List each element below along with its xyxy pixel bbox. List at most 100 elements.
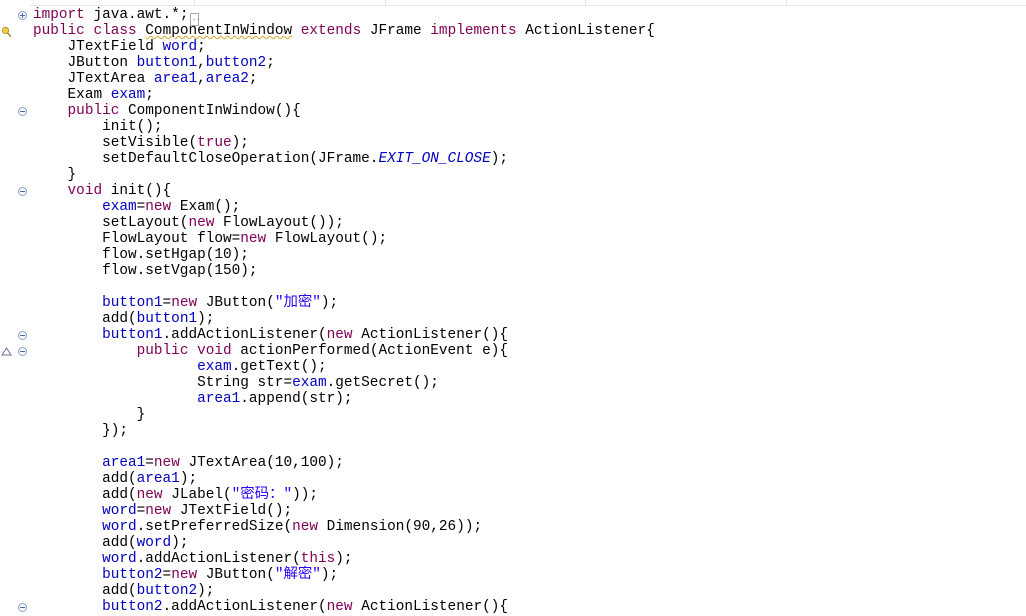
code-line[interactable]: setDefaultCloseOperation(JFrame.EXIT_ON_… [33, 151, 655, 167]
code-line[interactable]: init(); [33, 119, 655, 135]
warning-icon[interactable] [1, 26, 12, 37]
code-token: true [197, 135, 232, 151]
code-token: flow.setHgap(10); [33, 247, 249, 263]
code-token: java.awt.*; [84, 7, 189, 23]
code-token: setDefaultCloseOperation(JFrame. [33, 151, 379, 167]
code-token: FlowLayout(); [266, 231, 388, 247]
code-line[interactable]: add(new JLabel("密码：")); [33, 487, 655, 503]
code-line[interactable]: word=new JTextField(); [33, 503, 655, 519]
code-token: ActionListener(){ [352, 327, 509, 343]
folding-ruler[interactable] [14, 0, 30, 616]
code-token: = [162, 567, 172, 583]
code-token: area1 [197, 391, 241, 407]
code-token: JTextArea(10,100); [179, 455, 344, 471]
code-line[interactable]: } [33, 167, 655, 183]
fold-collapse-icon[interactable] [18, 187, 27, 196]
code-token: JButton [33, 55, 137, 71]
code-line[interactable]: public ComponentInWindow(){ [33, 103, 655, 119]
code-line[interactable]: button1=new JButton("加密"); [33, 295, 655, 311]
code-token: ); [320, 295, 339, 311]
code-line[interactable]: exam.getText(); [33, 359, 655, 375]
code-token: JTextField(); [171, 503, 293, 519]
fold-expand-icon[interactable] [18, 11, 27, 20]
code-token: init(){ [102, 183, 172, 199]
code-token: button2 [205, 55, 267, 71]
code-token: = [136, 503, 146, 519]
code-line[interactable]: JButton button1,button2; [33, 55, 655, 71]
code-token: add( [33, 583, 137, 599]
code-line[interactable] [33, 279, 655, 295]
code-line[interactable]: word.setPreferredSize(new Dimension(90,2… [33, 519, 655, 535]
code-line[interactable]: public void actionPerformed(ActionEvent … [33, 343, 655, 359]
code-line[interactable]: import java.awt.*;.. [33, 7, 655, 26]
code-token: new [240, 231, 267, 247]
code-token: ); [197, 583, 215, 599]
fold-collapse-icon[interactable] [18, 603, 27, 612]
code-line[interactable]: button2.addActionListener(new ActionList… [33, 599, 655, 615]
code-token: new [326, 327, 353, 343]
code-token: ComponentInWindow [145, 23, 293, 39]
code-line[interactable] [33, 439, 655, 455]
code-line[interactable]: add(button2); [33, 583, 655, 599]
override-icon[interactable] [1, 346, 12, 357]
code-token: new [171, 567, 198, 583]
code-token: .setPreferredSize( [136, 519, 293, 535]
code-token: public [67, 103, 120, 119]
code-token: exam [110, 87, 146, 103]
code-token: add( [33, 471, 137, 487]
code-token: public [136, 343, 189, 359]
source-code[interactable]: import java.awt.*;.. public class Compone… [33, 7, 655, 615]
code-line[interactable]: } [33, 407, 655, 423]
code-token: setVisible( [33, 135, 198, 151]
code-line[interactable]: setVisible(true); [33, 135, 655, 151]
code-line[interactable]: flow.setVgap(150); [33, 263, 655, 279]
code-token: .addActionListener( [162, 599, 327, 615]
code-token: "加密" [274, 295, 321, 311]
code-line[interactable]: String str=exam.getSecret(); [33, 375, 655, 391]
code-line[interactable]: add(area1); [33, 471, 655, 487]
code-line[interactable]: JTextField word; [33, 39, 655, 55]
code-line[interactable]: button2=new JButton("解密"); [33, 567, 655, 583]
code-line[interactable]: FlowLayout flow=new FlowLayout(); [33, 231, 655, 247]
code-line[interactable]: area1.append(str); [33, 391, 655, 407]
code-token: import [33, 7, 85, 23]
code-token: new [171, 295, 198, 311]
code-line[interactable]: public class ComponentInWindow extends J… [33, 23, 655, 39]
code-token: actionPerformed(ActionEvent e){ [231, 343, 509, 359]
code-line[interactable]: button1.addActionListener(new ActionList… [33, 327, 655, 343]
code-line[interactable]: JTextArea area1,area2; [33, 71, 655, 87]
code-token: ComponentInWindow(){ [119, 103, 301, 119]
code-token: word [102, 519, 137, 535]
code-line[interactable]: setLayout(new FlowLayout()); [33, 215, 655, 231]
code-token: new [136, 487, 163, 503]
fold-collapse-icon[interactable] [18, 107, 27, 116]
code-token: word [102, 503, 137, 519]
code-editor[interactable]: import java.awt.*;.. public class Compone… [0, 0, 1026, 616]
fold-collapse-icon[interactable] [18, 331, 27, 340]
code-token: button1 [102, 327, 163, 343]
code-line[interactable]: area1=new JTextArea(10,100); [33, 455, 655, 471]
code-token: JLabel( [162, 487, 232, 503]
code-token: FlowLayout()); [214, 215, 344, 231]
fold-collapse-icon[interactable] [18, 347, 27, 356]
code-line[interactable]: void init(){ [33, 183, 655, 199]
code-line[interactable]: }); [33, 423, 655, 439]
code-token: JButton( [197, 295, 275, 311]
code-line[interactable]: exam=new Exam(); [33, 199, 655, 215]
code-token: exam [102, 199, 137, 215]
code-line[interactable]: flow.setHgap(10); [33, 247, 655, 263]
code-token: class [93, 23, 137, 39]
code-line[interactable]: word.addActionListener(this); [33, 551, 655, 567]
annotation-ruler[interactable] [0, 0, 15, 616]
code-line[interactable]: Exam exam; [33, 87, 655, 103]
code-line[interactable]: add(word); [33, 535, 655, 551]
code-line[interactable]: add(button1); [33, 311, 655, 327]
